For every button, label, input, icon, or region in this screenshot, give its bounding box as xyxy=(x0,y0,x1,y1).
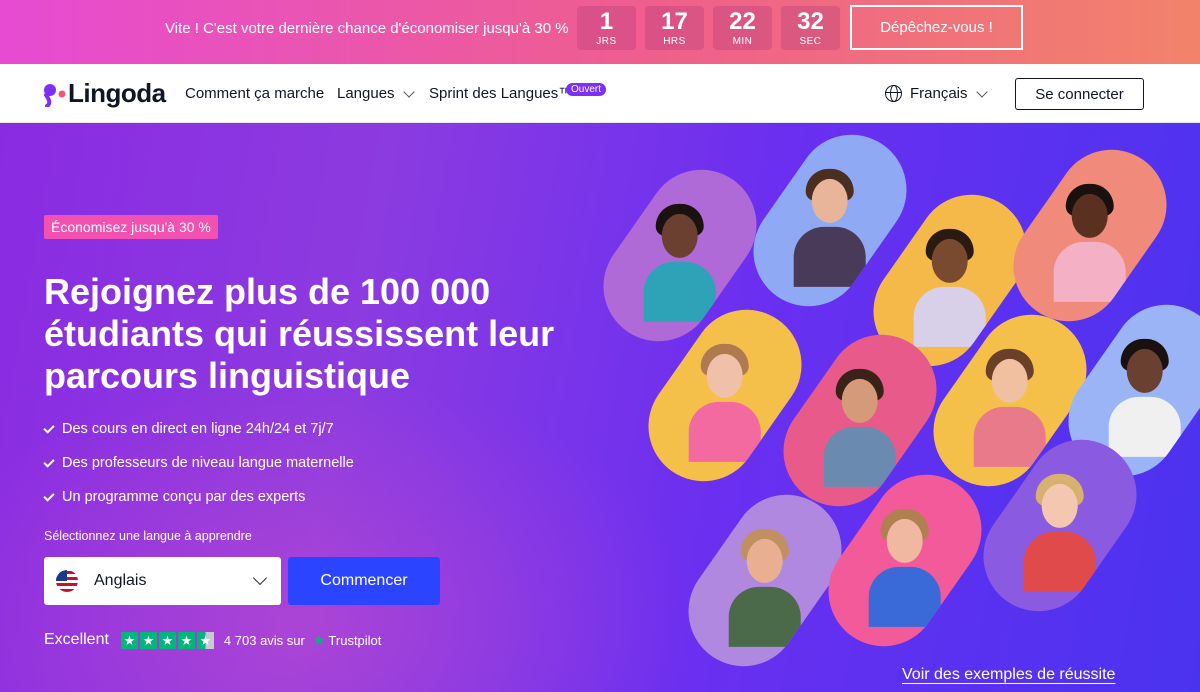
logo-text: Lingoda xyxy=(68,78,166,108)
language-dropdown-value: Anglais xyxy=(94,572,147,589)
language-dropdown[interactable]: Anglais xyxy=(44,557,281,605)
countdown-seconds-unit: SEC xyxy=(799,36,822,47)
countdown-minutes: 22 MIN xyxy=(713,6,772,50)
countdown-days-value: 1 xyxy=(599,8,614,35)
hurry-button[interactable]: Dépêchez-vous ! xyxy=(850,5,1023,50)
nav-sprint[interactable]: Sprint des Langues™ xyxy=(429,85,573,102)
chevron-down-icon xyxy=(402,85,415,98)
language-selector-label: Français xyxy=(910,85,968,102)
check-icon xyxy=(43,489,55,502)
promo-text: Vite ! C'est votre dernière chance d'éco… xyxy=(165,20,569,37)
trustpilot-name: Trustpilot xyxy=(328,632,382,648)
login-button[interactable]: Se connecter xyxy=(1015,78,1144,110)
language-select-label: Sélectionnez une langue à apprendre xyxy=(44,529,252,543)
feature-item: Des cours en direct en ligne 24h/24 et 7… xyxy=(43,421,334,437)
sprint-open-badge: Ouvert xyxy=(566,83,607,96)
us-uk-flag-icon xyxy=(56,570,78,592)
top-nav: Lingoda Comment ça marche Langues Sprint… xyxy=(0,64,1200,123)
countdown-minutes-unit: MIN xyxy=(732,36,753,47)
star-icon: ★ xyxy=(158,631,176,649)
nav-languages[interactable]: Langues xyxy=(337,85,415,102)
countdown-minutes-value: 22 xyxy=(729,8,756,35)
lingoda-logo[interactable]: Lingoda xyxy=(44,78,166,109)
review-count: 4 703 avis sur xyxy=(223,632,305,648)
success-stories-link[interactable]: Voir des exemples de réussite xyxy=(902,666,1115,684)
language-selector[interactable]: Français xyxy=(885,85,988,102)
countdown-hours: 17 HRS xyxy=(645,6,704,50)
save-badge: Économisez jusqu'à 30 % xyxy=(44,215,218,239)
star-icon: ★ xyxy=(120,631,138,649)
nav-languages-label: Langues xyxy=(337,85,395,102)
rating-stars: ★ ★ ★ ★ ★ xyxy=(120,631,214,649)
promo-banner: Vite ! C'est votre dernière chance d'éco… xyxy=(0,0,1200,64)
hero-section: Économisez jusqu'à 30 % Rejoignez plus d… xyxy=(0,123,1200,692)
trustpilot-star-icon: ★ xyxy=(312,631,326,648)
chevron-down-icon xyxy=(252,570,268,586)
star-icon: ★ xyxy=(139,631,157,649)
star-icon: ★ xyxy=(177,631,195,649)
globe-icon xyxy=(885,85,902,102)
countdown-seconds: 32 SEC xyxy=(781,6,840,50)
feature-item: Des professeurs de niveau langue materne… xyxy=(43,455,354,471)
countdown-days-unit: JRS xyxy=(596,36,617,47)
rating-word: Excellent xyxy=(44,631,109,648)
check-icon xyxy=(43,421,55,434)
nav-how-it-works[interactable]: Comment ça marche xyxy=(185,85,324,102)
trustpilot-rating[interactable]: Excellent ★ ★ ★ ★ ★ 4 703 avis sur ★ Tru… xyxy=(44,631,381,649)
hero-title: Rejoignez plus de 100 000 étudiants qui … xyxy=(44,271,555,396)
feature-text: Des professeurs de niveau langue materne… xyxy=(62,455,354,471)
chevron-down-icon xyxy=(975,85,988,98)
feature-text: Des cours en direct en ligne 24h/24 et 7… xyxy=(62,421,334,437)
check-icon xyxy=(43,455,55,468)
countdown-hours-value: 17 xyxy=(661,8,688,35)
feature-item: Un programme conçu par des experts xyxy=(43,489,306,505)
countdown-days: 1 JRS xyxy=(577,6,636,50)
countdown-hours-unit: HRS xyxy=(663,36,686,47)
logo-mark-icon xyxy=(44,81,66,108)
countdown-seconds-value: 32 xyxy=(797,8,824,35)
feature-text: Un programme conçu par des experts xyxy=(62,489,306,505)
half-star-icon: ★ xyxy=(196,631,214,649)
start-button[interactable]: Commencer xyxy=(288,557,440,605)
